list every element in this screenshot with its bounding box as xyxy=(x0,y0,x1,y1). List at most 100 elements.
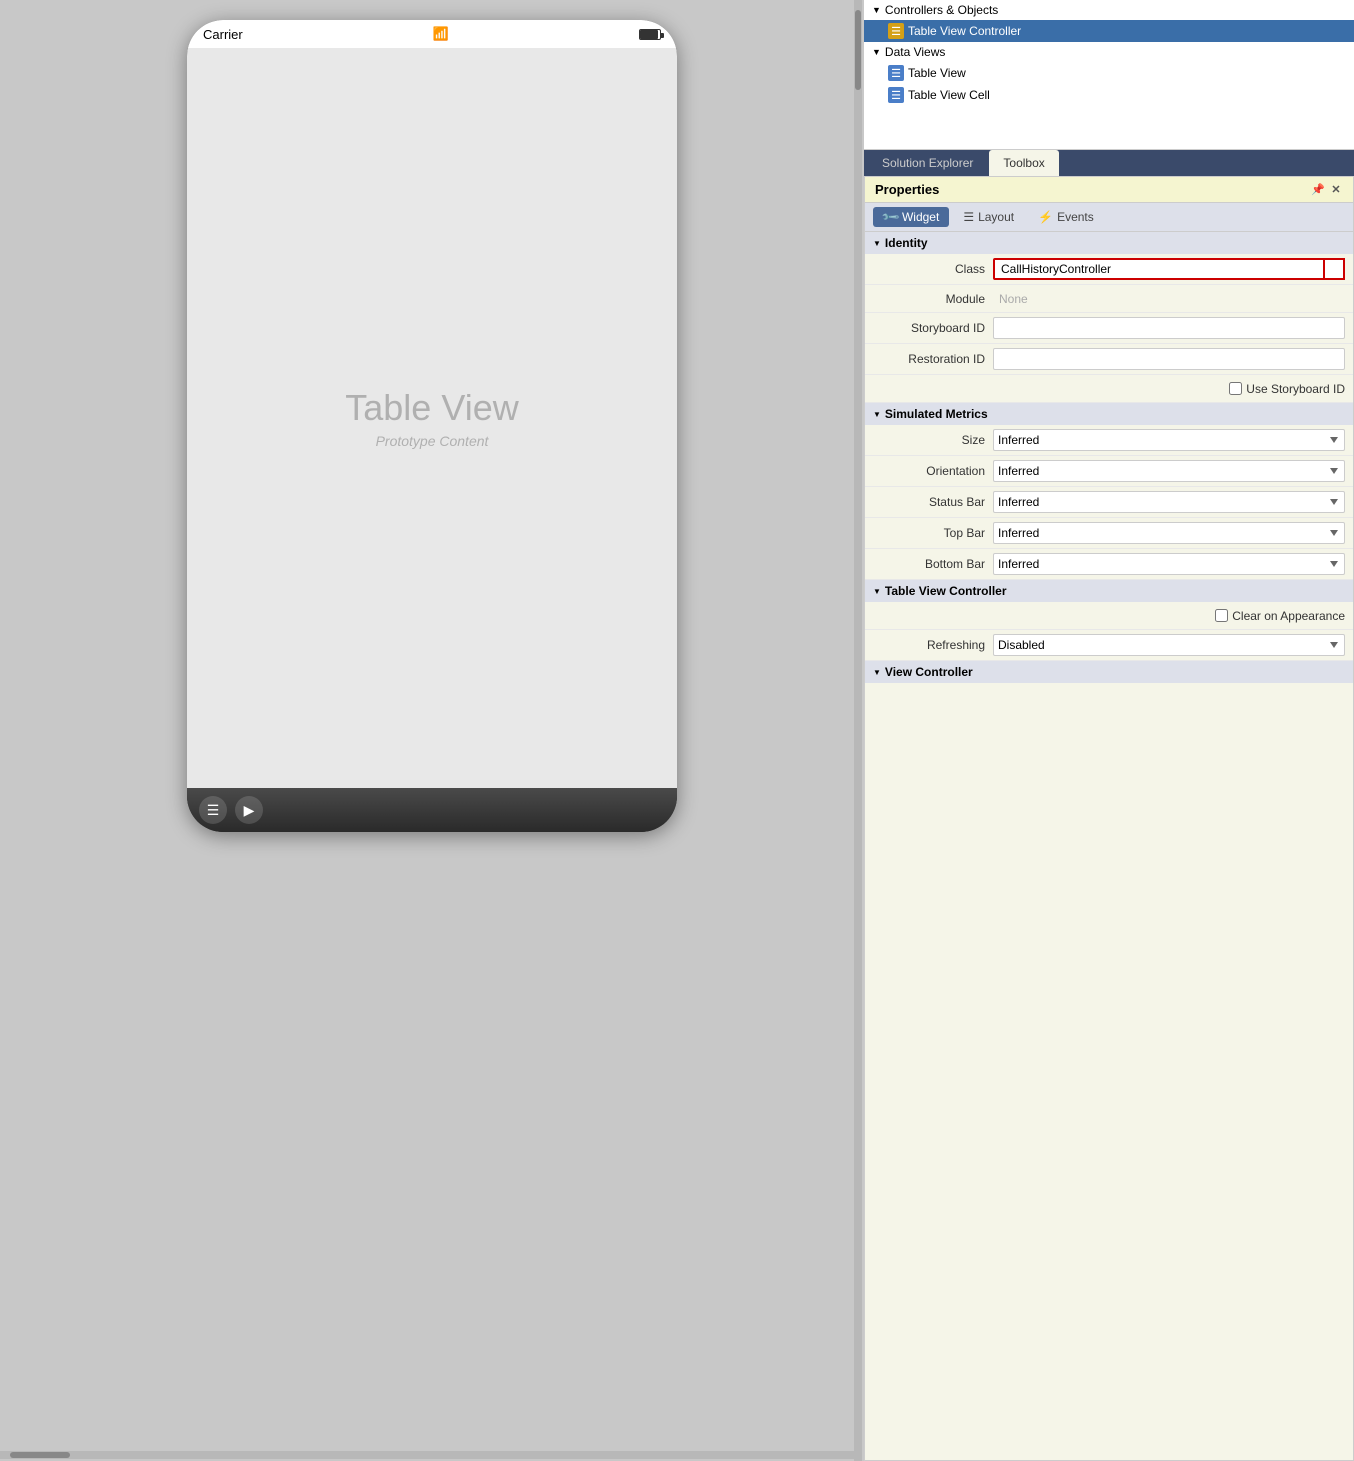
prop-row-class: Class xyxy=(865,254,1353,285)
size-select[interactable]: Inferred xyxy=(993,429,1345,451)
class-field-wrapper xyxy=(993,258,1345,280)
layout-icon: ☰ xyxy=(963,210,974,224)
prop-row-orientation: Orientation Inferred xyxy=(865,456,1353,487)
module-label: Module xyxy=(873,292,993,306)
restoration-id-value xyxy=(993,348,1345,370)
events-tab-label: Events xyxy=(1057,210,1094,224)
orientation-select[interactable]: Inferred xyxy=(993,460,1345,482)
checkbox-row-use-storyboard-id: Use Storyboard ID xyxy=(865,375,1353,403)
class-input[interactable] xyxy=(993,258,1345,280)
table-view-label-tree: Table View xyxy=(908,66,966,80)
storyboard-id-value xyxy=(993,317,1345,339)
section-identity-triangle: ▼ xyxy=(873,239,881,248)
tree-section-controllers[interactable]: ▼ Controllers & Objects xyxy=(864,0,1354,20)
events-icon: ⚡ xyxy=(1038,210,1053,224)
top-bar-select[interactable]: Inferred xyxy=(993,522,1345,544)
size-value: Inferred xyxy=(993,429,1345,451)
section-identity-label: Identity xyxy=(885,236,928,250)
status-bar-select[interactable]: Inferred xyxy=(993,491,1345,513)
widget-tab-label: Widget xyxy=(902,210,939,224)
canvas-hscrollbar-thumb[interactable] xyxy=(10,1452,70,1458)
prop-row-restoration-id: Restoration ID xyxy=(865,344,1353,375)
tabs-container: Solution Explorer Toolbox xyxy=(864,150,1354,176)
phone-frame: Carrier 📶 Table View Prototype Content ☰… xyxy=(187,20,677,832)
toolbar-icon-1[interactable]: ☰ xyxy=(199,796,227,824)
expand-triangle-2: ▼ xyxy=(872,47,881,57)
status-bar-value: Inferred xyxy=(993,491,1345,513)
use-storyboard-id-label[interactable]: Use Storyboard ID xyxy=(1229,382,1345,396)
layout-tab-label: Layout xyxy=(978,210,1014,224)
tab-toolbox[interactable]: Toolbox xyxy=(989,150,1058,176)
outline-tree: ▼ Controllers & Objects ☰ Table View Con… xyxy=(864,0,1354,150)
tab-solution-explorer[interactable]: Solution Explorer xyxy=(868,150,987,176)
orientation-value: Inferred xyxy=(993,460,1345,482)
close-icon[interactable]: ✕ xyxy=(1329,183,1343,197)
class-label: Class xyxy=(873,262,993,276)
expand-triangle: ▼ xyxy=(872,5,881,15)
tab-widget[interactable]: 🔧 Widget xyxy=(873,207,949,227)
carrier-label: Carrier xyxy=(203,27,243,42)
restoration-id-label: Restoration ID xyxy=(873,352,993,366)
table-view-controller-icon: ☰ xyxy=(888,23,904,39)
tree-section-data-views[interactable]: ▼ Data Views xyxy=(864,42,1354,62)
phone-screen: Table View Prototype Content xyxy=(187,48,677,788)
table-cell-icon: ☰ xyxy=(888,87,904,103)
table-view-controller-label: Table View Controller xyxy=(908,24,1021,38)
clear-on-appearance-label[interactable]: Clear on Appearance xyxy=(1215,609,1345,623)
right-panel: ▼ Controllers & Objects ☰ Table View Con… xyxy=(864,0,1354,1461)
use-storyboard-id-text: Use Storyboard ID xyxy=(1246,382,1345,396)
prototype-content-label: Prototype Content xyxy=(376,433,489,449)
section-simulated-metrics[interactable]: ▼ Simulated Metrics xyxy=(865,403,1353,425)
prop-row-size: Size Inferred xyxy=(865,425,1353,456)
canvas-area: Carrier 📶 Table View Prototype Content ☰… xyxy=(0,0,864,1461)
prop-row-refreshing: Refreshing Disabled xyxy=(865,630,1353,661)
properties-header-label: Properties xyxy=(875,182,939,197)
canvas-vertical-scrollbar[interactable] xyxy=(854,0,862,1461)
restoration-id-input[interactable] xyxy=(993,348,1345,370)
pin-icon[interactable]: 📌 xyxy=(1311,183,1325,197)
section-simulated-triangle: ▼ xyxy=(873,410,881,419)
tree-item-table-view-controller[interactable]: ☰ Table View Controller xyxy=(864,20,1354,42)
prop-row-bottom-bar: Bottom Bar Inferred xyxy=(865,549,1353,580)
section-table-view-controller[interactable]: ▼ Table View Controller xyxy=(865,580,1353,602)
tab-events[interactable]: ⚡ Events xyxy=(1028,207,1104,227)
canvas-scrollbar-thumb[interactable] xyxy=(855,10,861,90)
bottom-bar-select[interactable]: Inferred xyxy=(993,553,1345,575)
section-vc-triangle: ▼ xyxy=(873,668,881,677)
storyboard-id-input[interactable] xyxy=(993,317,1345,339)
refreshing-select[interactable]: Disabled xyxy=(993,634,1345,656)
module-value: None xyxy=(993,292,1345,306)
class-dropdown[interactable] xyxy=(1323,258,1345,280)
canvas-horizontal-scrollbar[interactable] xyxy=(0,1451,854,1459)
tree-item-table-view[interactable]: ☰ Table View xyxy=(864,62,1354,84)
prop-row-module: Module None xyxy=(865,285,1353,313)
wifi-icon: 📶 xyxy=(433,26,449,42)
refreshing-label: Refreshing xyxy=(873,638,993,652)
status-bar-label: Status Bar xyxy=(873,495,993,509)
class-value xyxy=(993,258,1345,280)
tree-item-table-view-cell[interactable]: ☰ Table View Cell xyxy=(864,84,1354,106)
tab-layout[interactable]: ☰ Layout xyxy=(953,207,1024,227)
storyboard-id-label: Storyboard ID xyxy=(873,321,993,335)
toolbar-icon-2[interactable]: ▶ xyxy=(235,796,263,824)
phone-status-bar: Carrier 📶 xyxy=(187,20,677,48)
size-label: Size xyxy=(873,433,993,447)
prop-row-top-bar: Top Bar Inferred xyxy=(865,518,1353,549)
bottom-bar-label: Bottom Bar xyxy=(873,557,993,571)
main-container: Carrier 📶 Table View Prototype Content ☰… xyxy=(0,0,1354,1461)
use-storyboard-id-checkbox[interactable] xyxy=(1229,382,1242,395)
props-tabs: 🔧 Widget ☰ Layout ⚡ Events xyxy=(865,203,1353,232)
section-identity[interactable]: ▼ Identity xyxy=(865,232,1353,254)
clear-on-appearance-text: Clear on Appearance xyxy=(1232,609,1345,623)
table-view-icon: ☰ xyxy=(888,65,904,81)
props-content[interactable]: ▼ Identity Class Module xyxy=(865,232,1353,1460)
clear-on-appearance-checkbox[interactable] xyxy=(1215,609,1228,622)
checkbox-row-clear-on-appearance: Clear on Appearance xyxy=(865,602,1353,630)
header-icons: 📌 ✕ xyxy=(1311,183,1343,197)
module-none-text: None xyxy=(993,290,1034,308)
section-view-controller[interactable]: ▼ View Controller xyxy=(865,661,1353,683)
section-simulated-label: Simulated Metrics xyxy=(885,407,988,421)
phone-toolbar: ☰ ▶ xyxy=(187,788,677,832)
top-bar-value: Inferred xyxy=(993,522,1345,544)
orientation-label: Orientation xyxy=(873,464,993,478)
